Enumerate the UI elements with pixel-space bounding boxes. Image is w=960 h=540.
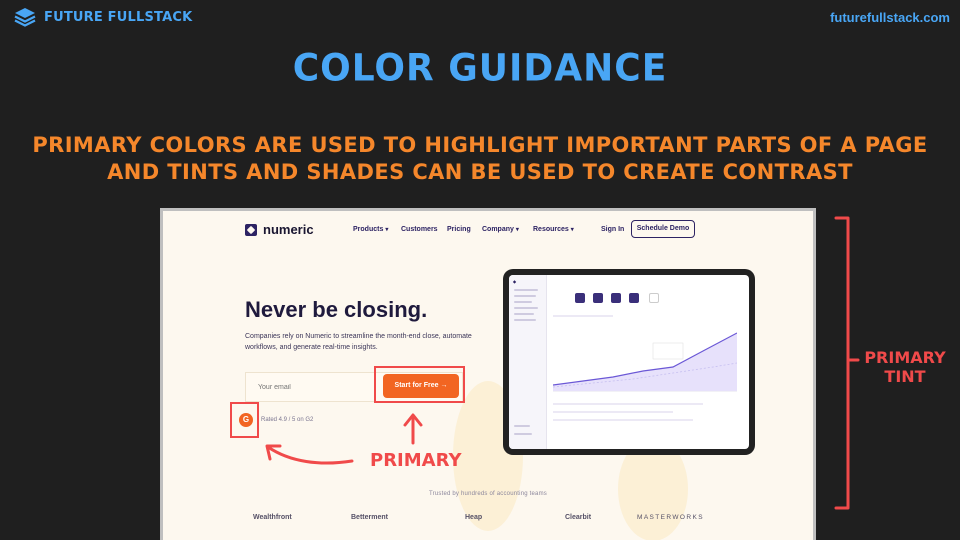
trusted-by-text: Trusted by hundreds of accounting teams	[429, 491, 547, 497]
hero-description: Companies rely on Numeric to streamline …	[245, 333, 472, 351]
hero-title: Never be closing.	[245, 297, 428, 322]
nav-pricing[interactable]: Pricing	[447, 226, 471, 233]
g2-rating: Rated 4.9 / 5 on G2	[261, 417, 314, 423]
app-line-chart	[553, 332, 737, 392]
primary-label: PRIMARY	[370, 450, 462, 471]
app-tile	[593, 293, 603, 303]
numeric-logo-text: numeric	[263, 222, 314, 237]
email-input[interactable]	[246, 373, 376, 401]
nav-customers[interactable]: Customers	[401, 226, 438, 233]
tint-label-line-1: PRIMARY	[864, 348, 946, 367]
g2-highlight-box	[230, 402, 259, 438]
site-link[interactable]: futurefullstack.com	[830, 10, 950, 25]
app-sidebar: ◆	[509, 275, 547, 449]
stack-layers-icon	[14, 8, 36, 27]
app-tile	[611, 293, 621, 303]
subtitle-line-1: PRIMARY COLORS ARE USED TO HIGHLIGHT IMP…	[32, 133, 928, 157]
chevron-down-icon: ▾	[570, 227, 574, 233]
primary-tint-label: PRIMARY TINT	[858, 348, 952, 386]
website-screenshot: numeric Products ▾ Customers Pricing Comp…	[160, 208, 816, 540]
brand-name: FUTURE FULLSTACK	[44, 9, 193, 25]
logo-heap: Heap	[465, 514, 483, 521]
app-screen: ◆	[509, 275, 749, 449]
app-tile	[575, 293, 585, 303]
slide-subtitle: PRIMARY COLORS ARE USED TO HIGHLIGHT IMP…	[0, 132, 960, 186]
chevron-down-icon: ▾	[385, 227, 389, 233]
nav-resources[interactable]: Resources ▾	[533, 226, 574, 233]
schedule-demo-button[interactable]: Schedule Demo	[631, 220, 695, 238]
primary-highlight-box	[374, 366, 465, 403]
logo-wealthfront: Wealthfront	[253, 514, 292, 521]
slide-title: COLOR GUIDANCE	[292, 46, 668, 91]
app-tile	[629, 293, 639, 303]
tint-label-line-2: TINT	[884, 367, 926, 386]
subtitle-line-2: AND TINTS AND SHADES CAN BE USED TO CREA…	[107, 160, 853, 184]
nav-products[interactable]: Products ▾	[353, 226, 388, 233]
site-nav: numeric Products ▾ Customers Pricing Comp…	[163, 211, 813, 247]
numeric-logo[interactable]: numeric	[245, 222, 314, 237]
numeric-logo-icon	[245, 223, 257, 236]
logo-betterment: Betterment	[351, 514, 388, 521]
logo-masterworks: MASTERWORKS	[637, 514, 704, 521]
nav-sign-in[interactable]: Sign In	[601, 226, 624, 233]
brand-logo: FUTURE FULLSTACK	[14, 7, 192, 27]
add-tile-icon	[649, 293, 659, 303]
nav-company[interactable]: Company ▾	[482, 226, 519, 233]
app-logo: ◆	[513, 279, 517, 284]
logo-clearbit: Clearbit	[565, 514, 592, 521]
tablet-mockup: ◆	[503, 269, 755, 455]
chevron-down-icon: ▾	[515, 227, 519, 233]
